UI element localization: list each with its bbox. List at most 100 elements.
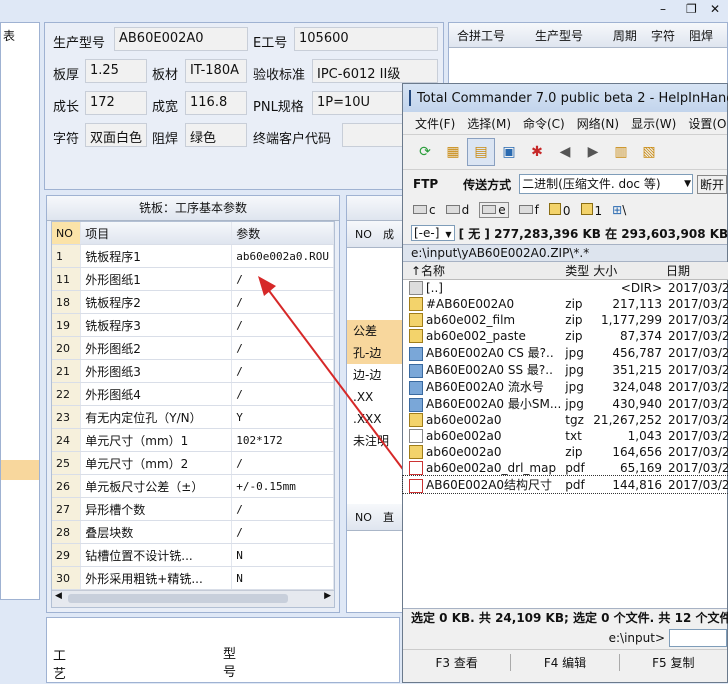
routing-col-item[interactable]: 项目 (80, 222, 233, 245)
routing-col-param[interactable]: 参数 (231, 222, 334, 245)
drive-d-button[interactable]: d (445, 203, 469, 217)
length-field[interactable]: 172 (85, 91, 147, 115)
mask-field[interactable]: 绿色 (185, 123, 247, 147)
drive-1-button[interactable]: 1 (580, 202, 602, 218)
merge-col-header[interactable]: 字符 (651, 27, 689, 44)
zip-file-icon (409, 413, 423, 428)
tc-menu-command[interactable]: 命令(C) (523, 115, 565, 132)
scroll-right-icon[interactable]: ▶ (324, 591, 331, 601)
drive-e-button[interactable]: e (479, 202, 509, 218)
tc-menu-settings[interactable]: 设置(O (688, 115, 726, 132)
tc-menu-select[interactable]: 选择(M) (467, 115, 511, 132)
command-input[interactable] (669, 629, 727, 647)
file-size-cell: 87,374 (620, 329, 663, 343)
file-size-cell: <DIR> (620, 281, 663, 295)
file-row[interactable]: [..] <DIR> 2017/03/22 (403, 280, 728, 297)
file-row[interactable]: #AB60E002A0 zip 217,113 2017/03/22 (403, 296, 728, 312)
thickness-field[interactable]: 1.25 (85, 59, 147, 83)
tc-titlebar[interactable]: Total Commander 7.0 public beta 2 - Help… (403, 84, 728, 112)
file-row[interactable]: ab60e002a0_drl_map pdf 65,169 2017/03/22 (403, 460, 728, 476)
file-name-cell: ab60e002a0_drl_map (403, 460, 563, 476)
standard-field[interactable]: IPC-6012 II级 (312, 59, 438, 83)
minimize-button[interactable]: – (660, 2, 666, 16)
file-row[interactable]: ab60e002a0 tgz 21,267,252 2017/03/22 (403, 412, 728, 428)
tc-menu-file[interactable]: 文件(F) (415, 115, 455, 132)
file-row[interactable]: ab60e002a0 txt 1,043 2017/03/22 (403, 428, 728, 444)
width-label: 成宽 (152, 100, 179, 115)
file-row[interactable]: ab60e002_paste zip 87,374 2017/03/22 (403, 328, 728, 344)
middle-no-header[interactable]: NO (347, 228, 383, 241)
img-file-icon (409, 397, 423, 412)
disconnect-button[interactable]: 断开 (696, 174, 727, 194)
file-row[interactable]: AB60E002A0 最小SM...jpg 430,940 2017/03/22 (403, 395, 728, 412)
merge-col-header[interactable]: 生产型号 (535, 27, 613, 44)
merge-col-header[interactable]: 阻焊 (689, 27, 727, 44)
close-button[interactable]: ✕ (710, 2, 720, 16)
drive-f-button[interactable]: f (518, 203, 539, 217)
merge-col-header[interactable]: 合拼工号 (449, 27, 535, 44)
col-date-header[interactable]: 日期 (664, 262, 728, 280)
tc-menu-view[interactable]: 显示(W) (631, 115, 676, 132)
tc-path-bar[interactable]: e:\input\yAB60E002A0.ZIP\*.* (403, 244, 727, 262)
customer-label: 终端客户代码 (253, 132, 332, 147)
routing-col-no[interactable]: NO (52, 222, 82, 245)
unpack-icon[interactable]: ▧ (635, 138, 663, 166)
material-field[interactable]: IT-180A (185, 59, 247, 83)
file-row[interactable]: AB60E002A0结构尺寸 pdf 144,816 2017/03/20 (401, 475, 728, 494)
detail-view-icon[interactable]: ▤ (467, 138, 495, 166)
scroll-left-icon[interactable]: ◀ (55, 591, 62, 601)
file-row[interactable]: AB60E002A0 CS 最?.. jpg 456,787 2017/03/22 (403, 344, 728, 361)
drive-icon (518, 205, 533, 214)
thumbnail-icon[interactable]: ▣ (495, 138, 523, 166)
chevron-down-icon[interactable]: ▼ (445, 230, 451, 239)
file-row[interactable]: AB60E002A0 流水号 jpg 324,048 2017/03/22 (403, 378, 728, 395)
model-field[interactable]: AB60E002A0 (114, 27, 248, 51)
left-strip-selected-row[interactable] (1, 460, 39, 480)
file-date-cell: 2017/03/22 (668, 445, 728, 459)
col-type-header[interactable]: 类型 (563, 262, 591, 280)
file-name: ab60e002_paste (426, 328, 526, 343)
width-field[interactable]: 116.8 (185, 91, 247, 115)
routing-hscrollbar[interactable]: ◀ ▶ (52, 590, 334, 607)
routing-row[interactable]: 27 异形槽个数 / (52, 497, 334, 521)
file-row[interactable]: ab60e002_film zip 1,177,299 2017/03/22 (403, 312, 728, 328)
brief-view-icon[interactable]: ▦ (439, 138, 467, 166)
col-size-header[interactable]: 大小 (591, 262, 664, 280)
routing-cell-no: 19 (52, 313, 82, 337)
invert-selection-icon[interactable]: ✱ (523, 138, 551, 166)
transfer-mode-select[interactable]: 二进制(压缩文件. doc 等) ▼ (519, 174, 693, 194)
left-strip-panel: 表 (0, 22, 40, 600)
routing-row[interactable]: 28 叠层块数 / (52, 520, 334, 544)
middle-no-header-2[interactable]: NO (347, 511, 383, 524)
eno-field[interactable]: 105600 (294, 27, 438, 51)
file-row[interactable]: AB60E002A0 SS 最?.. jpg 351,215 2017/03/22 (403, 361, 728, 378)
chevron-down-icon[interactable]: ▼ (684, 175, 691, 193)
file-type-cell: zip (565, 297, 583, 311)
drive-c-button[interactable]: c (413, 203, 436, 217)
middle-col-header[interactable]: 成 (383, 226, 394, 242)
file-row[interactable]: ab60e002a0 zip 164,656 2017/03/22 (403, 444, 728, 460)
merge-col-header[interactable]: 周期 (613, 27, 651, 44)
middle-col-header-2[interactable]: 直 (383, 509, 394, 525)
restore-button[interactable]: ❐ (686, 2, 697, 16)
routing-row[interactable]: 29 钻槽位置不设计铣... N (52, 543, 334, 567)
file-type-cell: pdf (565, 477, 585, 492)
refresh-icon[interactable]: ⟳ (411, 138, 439, 166)
f5-copy-button[interactable]: F5 复制 (620, 654, 727, 671)
drive-0-button[interactable]: 0 (548, 202, 571, 218)
char-field[interactable]: 双面白色 (85, 123, 147, 147)
routing-cell-no: 26 (52, 474, 82, 498)
tc-menu-network[interactable]: 网络(N) (577, 115, 619, 132)
file-type-cell: jpg (565, 396, 584, 411)
network-drive-button[interactable]: ⊞\ (612, 203, 626, 217)
back-icon[interactable]: ◀ (551, 138, 579, 166)
scroll-thumb[interactable] (68, 594, 288, 603)
routing-row[interactable]: 30 外形采用粗铣+精铣... N (52, 566, 334, 590)
f4-edit-button[interactable]: F4 编辑 (511, 653, 620, 671)
pack-icon[interactable]: ▥ (607, 138, 635, 166)
drive-select[interactable]: [-e-] ▼ (411, 225, 455, 241)
f3-view-button[interactable]: F3 查看 (403, 653, 512, 671)
forward-icon[interactable]: ▶ (579, 138, 607, 166)
routing-row[interactable]: 1 铣板程序1 ab60e002a0.ROU (52, 244, 334, 268)
col-name-header[interactable]: ↑名称 (403, 262, 563, 280)
